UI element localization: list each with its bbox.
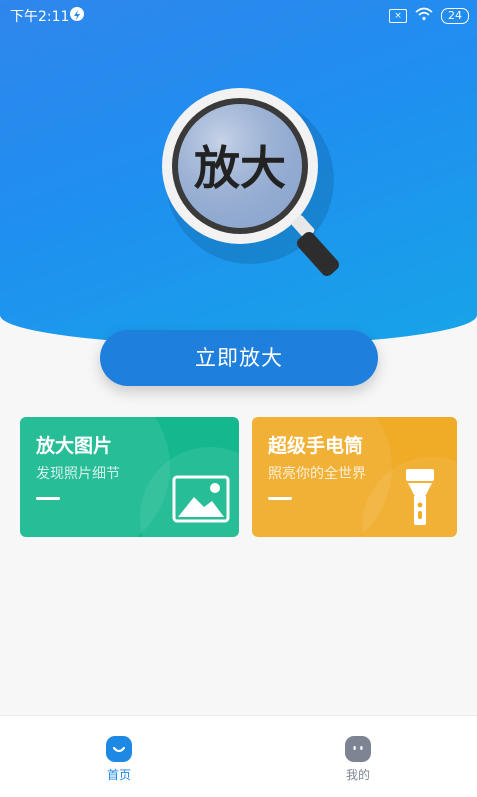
card-title: 放大图片 <box>36 435 113 457</box>
mine-face-icon <box>345 736 371 762</box>
zoom-now-button[interactable]: 立即放大 <box>100 330 378 386</box>
tab-label: 我的 <box>345 768 370 782</box>
image-icon <box>172 475 230 523</box>
card-dash <box>268 497 292 500</box>
status-bar: 下午2:11 × 24 <box>0 0 477 30</box>
status-time: 下午2:11 <box>10 9 70 25</box>
magnifier-icon: 放大 <box>162 88 340 277</box>
home-face-icon <box>106 736 132 762</box>
card-subtitle: 发现照片细节 <box>36 466 120 482</box>
status-indicators: × 24 <box>389 6 469 25</box>
wifi-icon <box>415 6 433 25</box>
magnifier-text: 放大 <box>194 141 286 195</box>
sim-off-icon: × <box>389 8 407 23</box>
bottom-tab-bar: 首页 我的 <box>0 716 477 797</box>
flashlight-card[interactable]: 超级手电筒 照亮你的全世界 <box>252 417 457 537</box>
tab-label: 首页 <box>106 768 131 782</box>
card-dash <box>36 497 60 500</box>
flashlight-icon <box>406 469 434 525</box>
tab-home[interactable]: 首页 <box>89 736 149 783</box>
power-saving-icon <box>70 7 84 21</box>
tab-mine[interactable]: 我的 <box>328 736 388 783</box>
card-subtitle: 照亮你的全世界 <box>268 466 366 482</box>
battery-icon: 24 <box>441 7 469 24</box>
card-title: 超级手电筒 <box>268 435 364 457</box>
zoom-image-card[interactable]: 放大图片 发现照片细节 <box>20 417 239 537</box>
